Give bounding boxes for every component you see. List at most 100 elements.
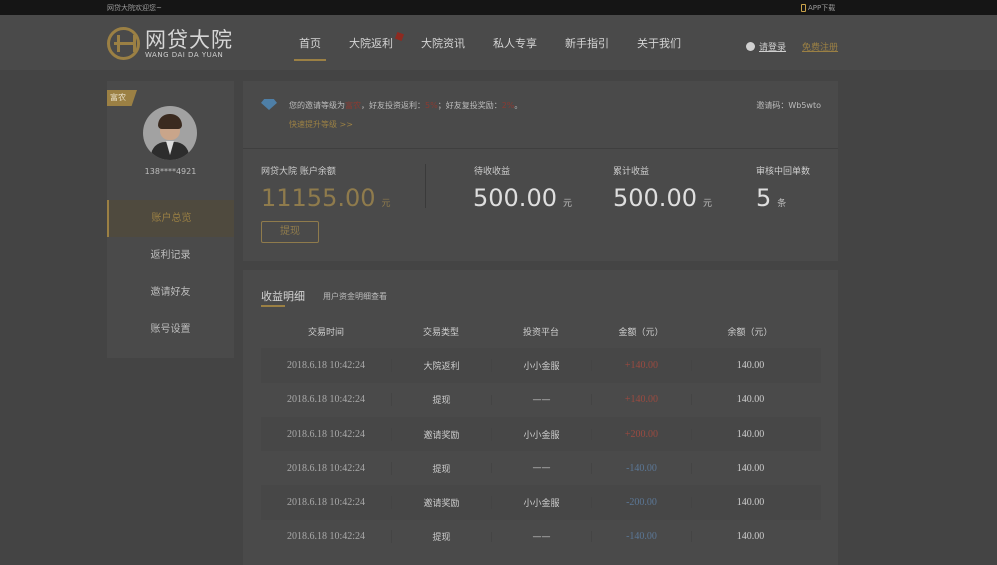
cell-time: 2018.6.18 10:42:24 bbox=[286, 531, 366, 543]
pending-label: 待收收益 bbox=[474, 167, 511, 177]
phone-icon bbox=[801, 4, 806, 12]
logo[interactable]: 网贷大院 WANG DAI DA YUAN bbox=[107, 27, 233, 60]
cell-time: 2018.6.18 10:42:24 bbox=[286, 359, 366, 371]
total-label: 累计收益 bbox=[613, 167, 650, 177]
main-nav: 首页 大院返利 大院资讯 私人专享 新手指引 关于我们 bbox=[285, 15, 695, 70]
pending-stat: 待收收益 500.00 元 bbox=[473, 164, 572, 218]
logo-en: WANG DAI DA YUAN bbox=[145, 50, 224, 59]
cell-time: 2018.6.18 10:42:24 bbox=[286, 394, 366, 406]
cell-type: 邀请奖励 bbox=[391, 427, 491, 441]
side-menu: 账户总览 返利记录 邀请好友 账号设置 bbox=[107, 200, 234, 348]
section-title: 收益明细 bbox=[261, 290, 305, 303]
cell-amount: +140.00 bbox=[591, 394, 691, 406]
side-item-account-settings[interactable]: 账号设置 bbox=[107, 311, 234, 348]
cell-balance: 140.00 bbox=[691, 394, 809, 406]
header: 网贷大院 WANG DAI DA YUAN 首页 大院返利 大院资讯 私人专享 … bbox=[0, 15, 997, 70]
cell-amount: -140.00 bbox=[591, 462, 691, 474]
app-download-label: APP下载 bbox=[808, 4, 836, 12]
user-icon bbox=[746, 42, 755, 51]
income-details-card: 收益明细 用户资金明细查看 交易时间 交易类型 投资平台 金额（元） 余额（元）… bbox=[243, 270, 838, 565]
side-item-overview[interactable]: 账户总览 bbox=[107, 200, 234, 237]
table-row: 2018.6.18 10:42:24 提现 —— -140.00 140.00 bbox=[261, 451, 821, 485]
col-header-type: 交易类型 bbox=[422, 327, 459, 338]
review-unit: 条 bbox=[777, 199, 787, 209]
total-stat: 累计收益 500.00 元 bbox=[613, 164, 712, 218]
cell-type: 大院返利 bbox=[391, 358, 491, 372]
table-row: 2018.6.18 10:42:24 提现 —— -140.00 140.00 bbox=[261, 520, 821, 554]
title-underline bbox=[261, 305, 285, 307]
side-item-invite-friends[interactable]: 邀请好友 bbox=[107, 274, 234, 311]
nav-about[interactable]: 关于我们 bbox=[623, 15, 695, 70]
review-label: 审核中回单数 bbox=[756, 167, 811, 177]
user-id: 138****4921 bbox=[144, 167, 197, 176]
total-value: 500.00 bbox=[613, 184, 697, 212]
divider bbox=[243, 148, 838, 149]
cell-platform: 小小金服 bbox=[491, 358, 591, 372]
diamond-icon bbox=[261, 99, 277, 110]
invite-code: 邀请码：Wb5wto bbox=[756, 101, 821, 110]
income-table: 交易时间 交易类型 投资平台 金额（元） 余额（元） 2018.6.18 10:… bbox=[261, 314, 821, 554]
nav-home[interactable]: 首页 bbox=[285, 15, 335, 70]
login-link[interactable]: 请登录 bbox=[759, 40, 786, 53]
cell-balance: 140.00 bbox=[691, 462, 809, 474]
cell-type: 提现 bbox=[391, 393, 491, 407]
cell-type: 邀请奖励 bbox=[391, 496, 491, 510]
cell-time: 2018.6.18 10:42:24 bbox=[286, 497, 366, 509]
nav-private[interactable]: 私人专享 bbox=[479, 15, 551, 70]
section-subtitle: 用户资金明细查看 bbox=[323, 292, 387, 301]
col-header-balance: 余额（元） bbox=[727, 327, 773, 338]
top-bar: 网贷大院欢迎您~ APP下载 bbox=[0, 0, 997, 15]
cell-amount: +140.00 bbox=[591, 359, 691, 371]
col-header-time: 交易时间 bbox=[307, 327, 344, 338]
cell-balance: 140.00 bbox=[691, 531, 809, 543]
table-row: 2018.6.18 10:42:24 邀请奖励 小小金服 +200.00 140.00 bbox=[261, 416, 821, 452]
auth-links: 请登录 免费注册 bbox=[746, 40, 838, 53]
balance-stat: 网贷大院 账户余额 11155.00 元 bbox=[261, 164, 391, 218]
cell-time: 2018.6.18 10:42:24 bbox=[286, 428, 366, 440]
account-sidebar: 富农 138****4921 账户总览 返利记录 邀请好友 账号设置 bbox=[107, 81, 234, 358]
balance-value: 11155.00 bbox=[261, 184, 376, 212]
invite-level-text: 您的邀请等级为富农，好友投资返利：5%；好友复投奖励：2%。 bbox=[289, 101, 523, 110]
cell-balance: 140.00 bbox=[691, 497, 809, 509]
cell-platform: —— bbox=[491, 463, 591, 474]
cell-platform: —— bbox=[491, 531, 591, 542]
cell-platform: 小小金服 bbox=[491, 427, 591, 441]
table-header: 交易时间 交易类型 投资平台 金额（元） 余额（元） bbox=[261, 314, 821, 348]
cell-balance: 140.00 bbox=[691, 428, 809, 440]
logo-icon bbox=[107, 27, 140, 60]
table-row: 2018.6.18 10:42:24 大院返利 小小金服 +140.00 140.00 bbox=[261, 348, 821, 383]
review-value: 5 bbox=[756, 184, 772, 212]
balance-label: 网贷大院 账户余额 bbox=[261, 167, 336, 177]
col-header-amount: 金额（元） bbox=[618, 327, 664, 338]
cell-amount: +200.00 bbox=[591, 428, 691, 440]
divider bbox=[425, 164, 426, 208]
hot-badge-icon bbox=[395, 32, 404, 41]
cell-balance: 140.00 bbox=[691, 359, 809, 371]
nav-news[interactable]: 大院资讯 bbox=[407, 15, 479, 70]
balance-unit: 元 bbox=[381, 199, 391, 209]
cell-amount: -140.00 bbox=[591, 531, 691, 543]
welcome-text: 网贷大院欢迎您~ bbox=[107, 4, 162, 12]
table-row: 2018.6.18 10:42:24 邀请奖励 小小金服 -200.00 140.00 bbox=[261, 485, 821, 520]
cell-amount: -200.00 bbox=[591, 497, 691, 509]
pending-value: 500.00 bbox=[473, 184, 557, 212]
nav-rebate[interactable]: 大院返利 bbox=[335, 15, 407, 70]
pending-unit: 元 bbox=[562, 199, 572, 209]
upgrade-level-link[interactable]: 快速提升等级 >> bbox=[289, 119, 353, 130]
logo-cn: 网贷大院 bbox=[145, 27, 233, 52]
review-stat: 审核中回单数 5条 bbox=[756, 164, 810, 218]
side-item-rebate-records[interactable]: 返利记录 bbox=[107, 237, 234, 274]
table-row: 2018.6.18 10:42:24 提现 —— +140.00 140.00 bbox=[261, 383, 821, 417]
nav-guide[interactable]: 新手指引 bbox=[551, 15, 623, 70]
cell-type: 提现 bbox=[391, 461, 491, 475]
app-download-link[interactable]: APP下载 bbox=[801, 3, 835, 13]
register-link[interactable]: 免费注册 bbox=[802, 40, 838, 53]
total-unit: 元 bbox=[702, 199, 712, 209]
account-summary-card: 您的邀请等级为富农，好友投资返利：5%；好友复投奖励：2%。 快速提升等级 >>… bbox=[243, 81, 838, 261]
cell-type: 提现 bbox=[391, 530, 491, 544]
col-header-platform: 投资平台 bbox=[522, 327, 559, 338]
avatar bbox=[143, 106, 197, 160]
cell-platform: —— bbox=[491, 394, 591, 405]
cell-platform: 小小金服 bbox=[491, 496, 591, 510]
withdraw-button[interactable]: 提现 bbox=[261, 221, 319, 243]
